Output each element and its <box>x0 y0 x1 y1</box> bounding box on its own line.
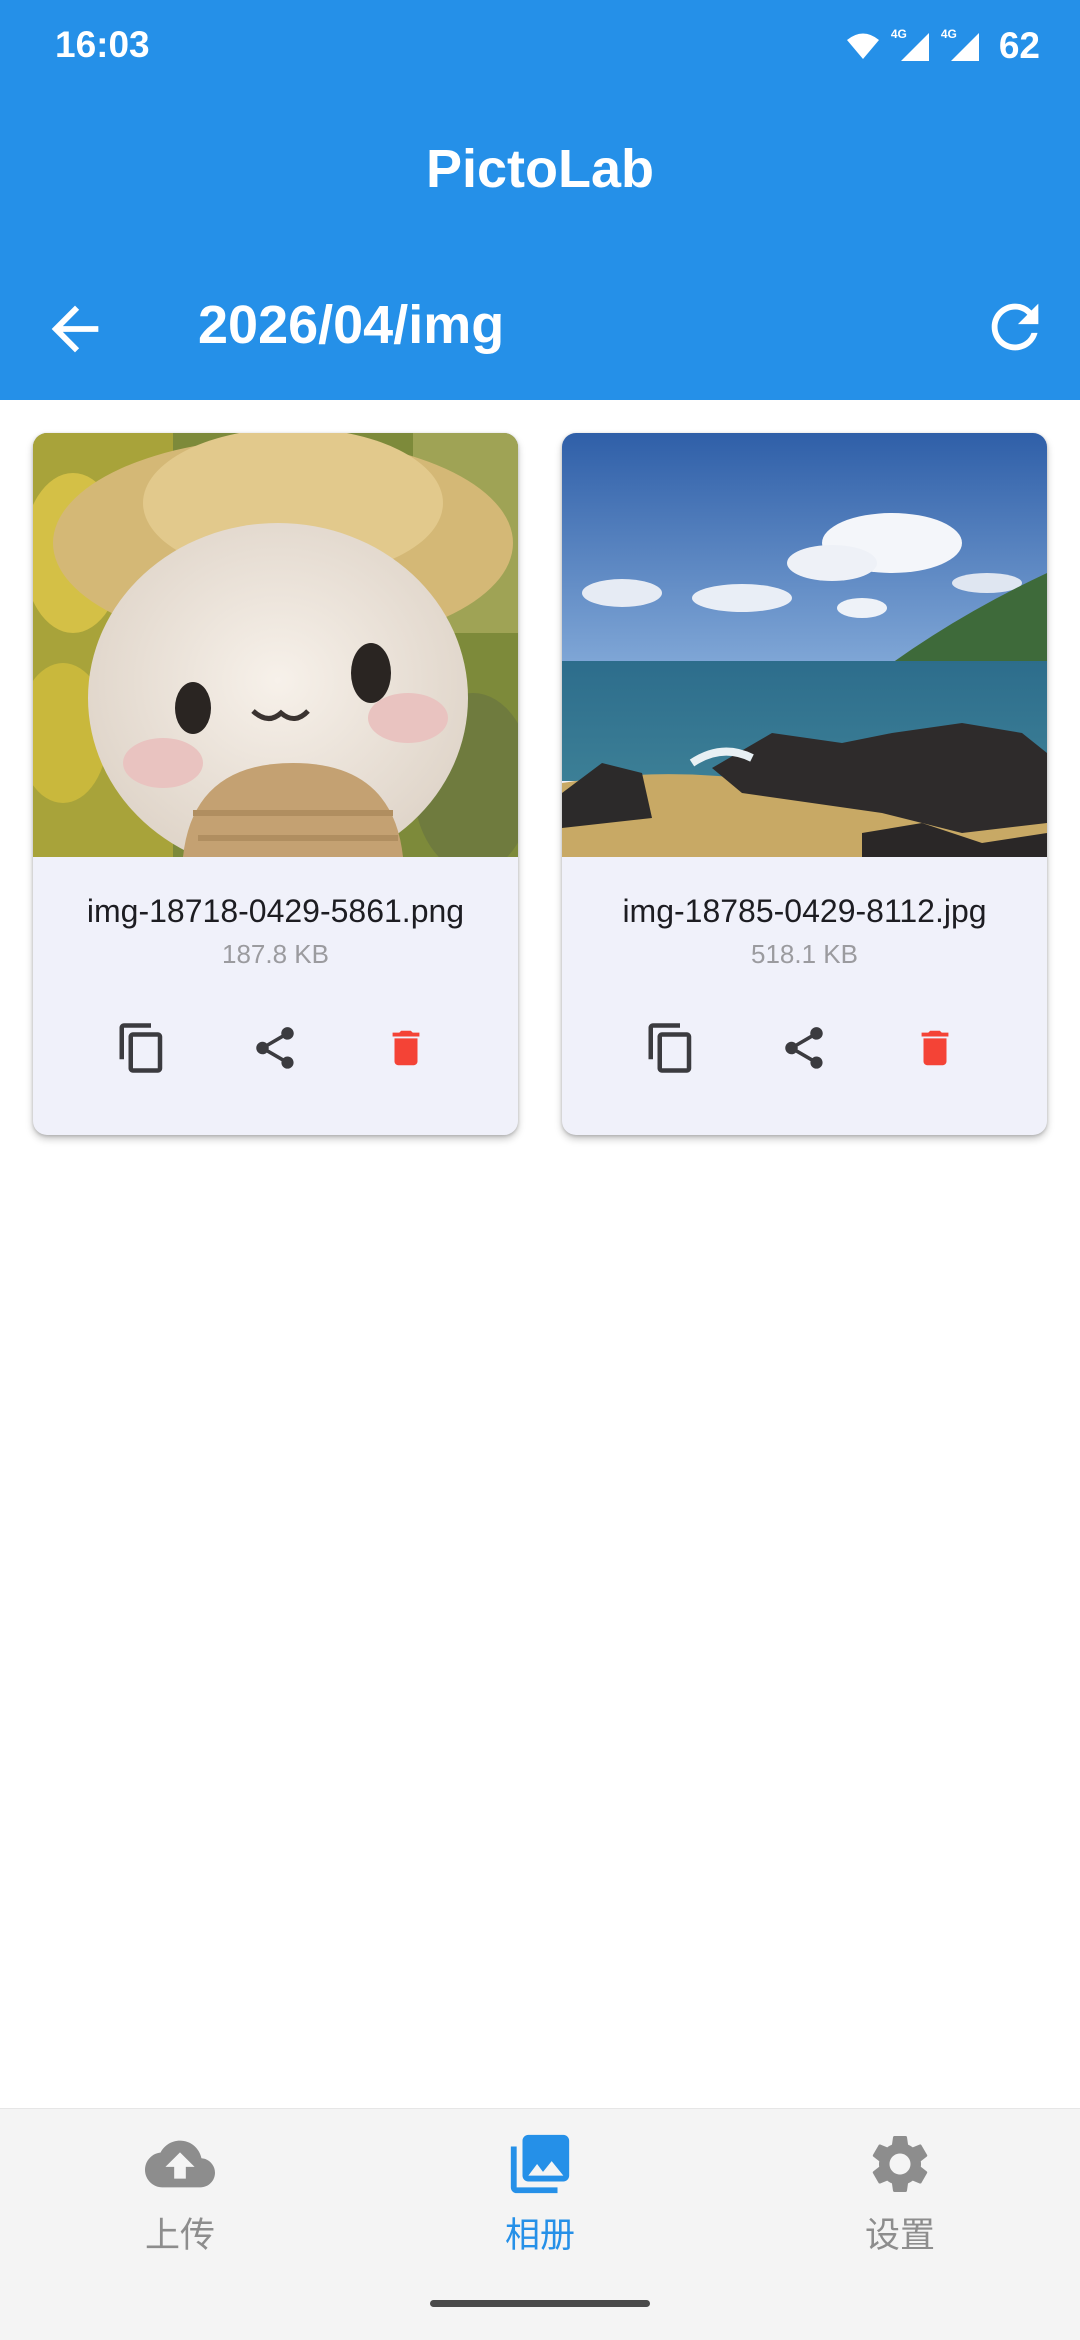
nav-item-upload[interactable]: 上传 <box>80 2129 280 2258</box>
trash-icon <box>921 1030 949 1066</box>
delete-button[interactable] <box>902 1015 968 1081</box>
trash-icon <box>392 1030 420 1066</box>
refresh-icon <box>991 303 1039 351</box>
plush-doll-image <box>33 433 518 857</box>
nav-item-settings[interactable]: 设置 <box>800 2129 1000 2258</box>
nav-label-settings: 设置 <box>864 2216 935 2255</box>
gear-icon <box>872 2136 928 2192</box>
refresh-button[interactable] <box>980 292 1050 362</box>
app-header: 16:03 4G 4G 62 PictoLab 2026/04/img <box>0 0 1080 400</box>
status-icons: 4G 4G 62 <box>845 22 1040 70</box>
image-card[interactable]: img-18785-0429-8112.jpg 518.1 KB <box>562 433 1047 1135</box>
seaside-thumbnail[interactable] <box>562 433 1047 857</box>
app-title: PictoLab <box>425 139 655 199</box>
copy-link-button[interactable] <box>109 1015 175 1081</box>
status-time: 16:03 <box>55 24 150 65</box>
share-button[interactable] <box>242 1015 308 1081</box>
image-filesize: 187.8 KB <box>222 939 329 969</box>
signal-icon <box>900 33 929 61</box>
share-button[interactable] <box>771 1015 837 1081</box>
image-filesize: 518.1 KB <box>751 939 858 969</box>
network-4g-1: 4G <box>891 27 931 63</box>
copy-icon <box>648 1023 692 1073</box>
nav-label-upload: 上传 <box>144 2216 215 2255</box>
seaside-rocks-image <box>562 433 1047 857</box>
back-button[interactable] <box>40 294 110 364</box>
arrow-left-icon <box>51 305 99 353</box>
wifi-icon <box>846 33 879 59</box>
home-indicator[interactable] <box>430 2300 650 2307</box>
card-actions <box>33 1015 518 1085</box>
delete-button[interactable] <box>373 1015 439 1081</box>
plush-doll-thumbnail[interactable] <box>33 433 518 857</box>
network-4g-2: 4G <box>941 27 981 63</box>
image-filename: img-18785-0429-8112.jpg <box>622 893 987 929</box>
share-icon <box>785 1027 823 1069</box>
cloud-upload-icon <box>145 2140 215 2188</box>
image-card[interactable]: img-18718-0429-5861.png 187.8 KB <box>33 433 518 1135</box>
nav-item-album[interactable]: 相册 <box>440 2129 640 2258</box>
screen: 16:03 4G 4G 62 PictoLab 2026/04/img img-… <box>0 0 1080 2340</box>
nav-label-album: 相册 <box>504 2216 575 2255</box>
copy-icon <box>119 1023 163 1073</box>
share-icon <box>256 1027 294 1069</box>
path-bar: 2026/04/img <box>0 280 1080 370</box>
folder-path-title: 2026/04/img <box>198 295 505 355</box>
signal-icon <box>950 33 979 61</box>
photo-library-icon <box>510 2134 570 2194</box>
image-filename: img-18718-0429-5861.png <box>86 893 465 929</box>
battery-level: 62 <box>998 25 1040 66</box>
card-actions <box>562 1015 1047 1085</box>
copy-link-button[interactable] <box>638 1015 704 1081</box>
